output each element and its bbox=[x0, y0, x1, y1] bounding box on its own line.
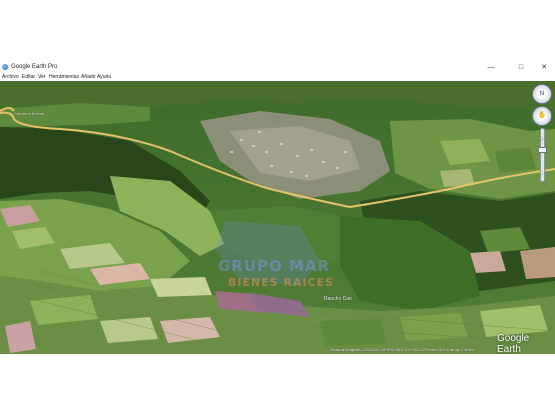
status-bar: Fecha de imágenes: 12/31/2021 19°39'51.8… bbox=[330, 348, 474, 352]
menu-archivo[interactable]: Archivo bbox=[2, 74, 19, 80]
earth-viewport[interactable]: Carretera federal GRUPO MAR BIENES RAICE… bbox=[0, 81, 555, 354]
watermark-tagline: BIENES RAICES bbox=[228, 276, 335, 289]
app-window: Google Earth Pro — □ ✕ Archivo Editar Ve… bbox=[0, 62, 555, 354]
compass-ring-icon[interactable]: N bbox=[532, 84, 552, 104]
minimize-button[interactable]: — bbox=[482, 63, 500, 72]
zoom-slider-handle[interactable] bbox=[538, 147, 547, 153]
placemark-label[interactable]: Rancho Can bbox=[324, 296, 352, 302]
google-earth-logo: Google Earth bbox=[497, 333, 530, 355]
google-earth-icon bbox=[2, 64, 8, 70]
look-joystick-icon[interactable]: ✋ bbox=[532, 106, 552, 126]
road-label: Carretera federal bbox=[14, 111, 45, 116]
maximize-button[interactable]: □ bbox=[512, 63, 530, 72]
window-title: Google Earth Pro bbox=[11, 64, 58, 70]
menu-anadir[interactable]: Añadir bbox=[81, 74, 95, 80]
zoom-out-icon[interactable]: − bbox=[537, 171, 546, 178]
zoom-in-icon[interactable]: + bbox=[537, 136, 546, 143]
watermark-company: GRUPO MAR bbox=[218, 257, 331, 275]
satellite-imagery bbox=[0, 81, 555, 354]
close-button[interactable]: ✕ bbox=[535, 63, 553, 72]
menu-herramientas[interactable]: Herramientas bbox=[49, 74, 79, 80]
menu-ver[interactable]: Ver bbox=[38, 74, 46, 80]
menu-ayuda[interactable]: Ayuda bbox=[97, 74, 111, 80]
title-bar: Google Earth Pro — □ ✕ bbox=[0, 62, 555, 73]
menu-editar[interactable]: Editar bbox=[22, 74, 35, 80]
